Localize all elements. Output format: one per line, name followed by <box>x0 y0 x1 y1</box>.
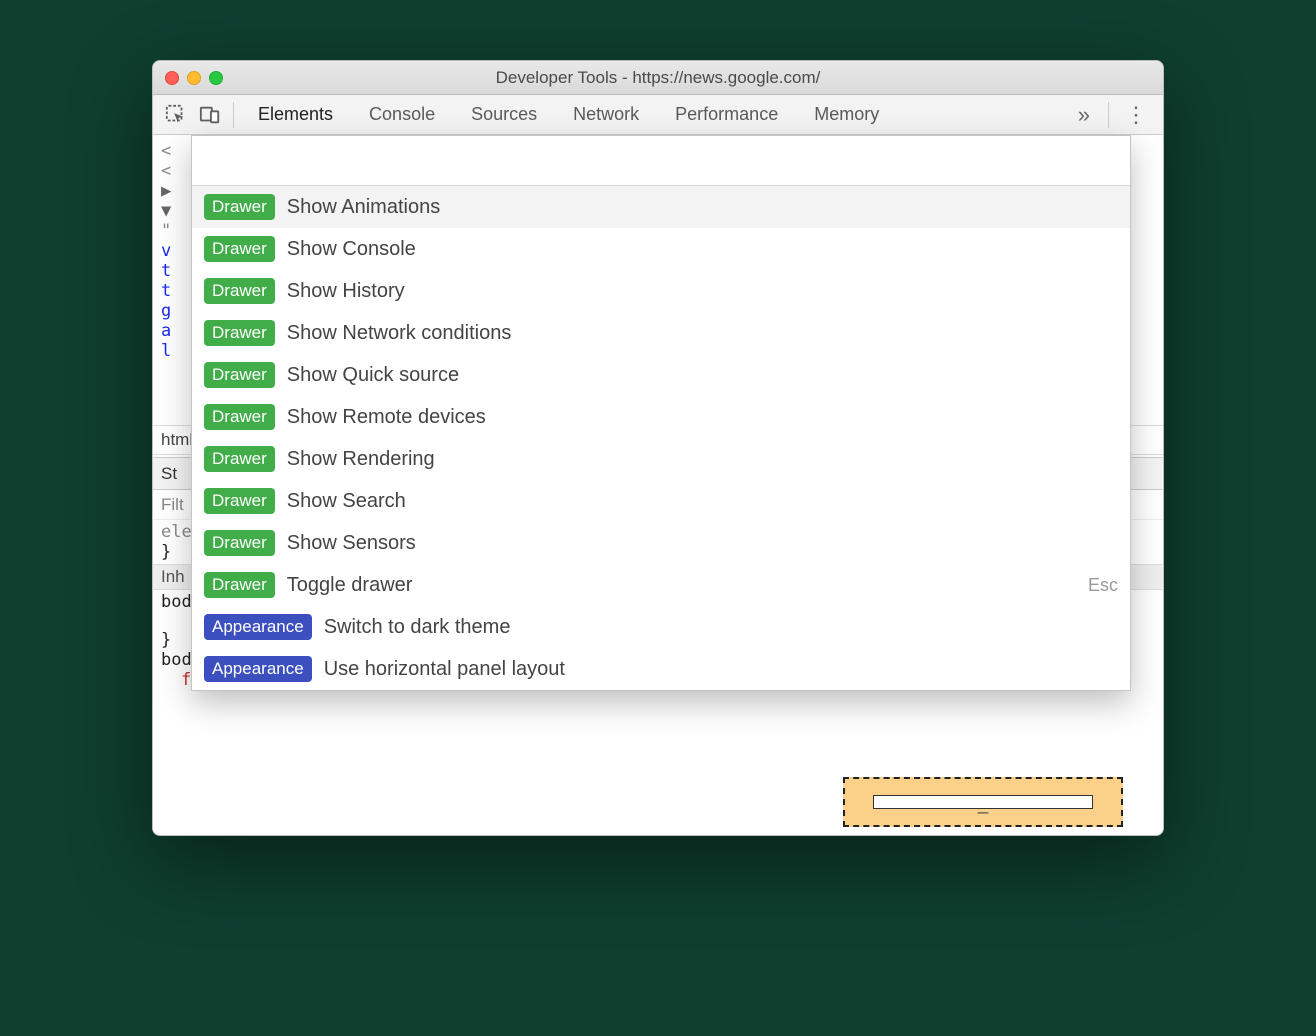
command-menu: DrawerShow AnimationsDrawerShow ConsoleD… <box>191 135 1131 691</box>
command-badge-appearance: Appearance <box>204 656 312 682</box>
inspect-element-icon[interactable] <box>159 100 193 130</box>
command-badge-drawer: Drawer <box>204 404 275 430</box>
command-label: Toggle drawer <box>287 574 413 597</box>
command-menu-item[interactable]: Drawer Show Sensors <box>192 522 1130 564</box>
more-tabs-icon[interactable]: » <box>1066 102 1102 128</box>
command-menu-item[interactable]: Appearance Switch to dark theme <box>192 606 1130 648</box>
titlebar: Developer Tools - https://news.google.co… <box>153 61 1163 95</box>
tab-memory[interactable]: Memory <box>796 95 897 135</box>
command-label: Use horizontal panel layout <box>324 658 565 681</box>
command-badge-drawer: Drawer <box>204 194 275 220</box>
device-toggle-icon[interactable] <box>193 100 227 130</box>
command-label: Show Quick source <box>287 364 459 387</box>
settings-menu-icon[interactable]: ⋮ <box>1115 102 1157 128</box>
window-controls <box>165 71 223 85</box>
command-label: Show Animations <box>287 196 440 219</box>
command-shortcut: Esc <box>1088 575 1118 596</box>
zoom-window-button[interactable] <box>209 71 223 85</box>
command-label: Show Search <box>287 490 406 513</box>
command-badge-drawer: Drawer <box>204 236 275 262</box>
command-menu-list: DrawerShow AnimationsDrawerShow ConsoleD… <box>192 186 1130 690</box>
command-menu-item[interactable]: Drawer Toggle drawer Esc <box>192 564 1130 606</box>
command-label: Show Console <box>287 238 416 261</box>
command-menu-item[interactable]: Drawer Show Search <box>192 480 1130 522</box>
command-menu-item[interactable]: Drawer Show Remote devices <box>192 396 1130 438</box>
tab-console[interactable]: Console <box>351 95 453 135</box>
rule-selector: ele <box>161 522 192 542</box>
minimize-window-button[interactable] <box>187 71 201 85</box>
command-label: Switch to dark theme <box>324 616 511 639</box>
tab-performance[interactable]: Performance <box>657 95 796 135</box>
command-badge-drawer: Drawer <box>204 530 275 556</box>
command-menu-input[interactable] <box>192 136 1130 186</box>
toolbar-separator <box>233 102 234 128</box>
command-badge-drawer: Drawer <box>204 278 275 304</box>
command-badge-drawer: Drawer <box>204 446 275 472</box>
box-model-label: – <box>978 802 989 823</box>
command-label: Show History <box>287 280 405 303</box>
command-label: Show Remote devices <box>287 406 486 429</box>
command-menu-item[interactable]: Drawer Show Quick source <box>192 354 1130 396</box>
window-title: Developer Tools - https://news.google.co… <box>153 68 1163 88</box>
command-menu-item[interactable]: Drawer Show Network conditions <box>192 312 1130 354</box>
command-menu-item[interactable]: Drawer Show Rendering <box>192 438 1130 480</box>
command-menu-item[interactable]: Drawer Show History <box>192 270 1130 312</box>
devtools-window: Developer Tools - https://news.google.co… <box>152 60 1164 836</box>
panel-tabs: Elements Console Sources Network Perform… <box>240 95 1066 135</box>
tab-elements[interactable]: Elements <box>240 95 351 135</box>
command-badge-drawer: Drawer <box>204 362 275 388</box>
command-badge-drawer: Drawer <box>204 320 275 346</box>
command-badge-drawer: Drawer <box>204 488 275 514</box>
box-model-diagram[interactable]: – <box>843 777 1123 827</box>
command-label: Show Network conditions <box>287 322 512 345</box>
toolbar-separator-2 <box>1108 102 1109 128</box>
close-window-button[interactable] <box>165 71 179 85</box>
command-menu-item[interactable]: Appearance Use horizontal panel layout <box>192 648 1130 690</box>
elements-panel: < < ▶ ▼ " v t t g a l html St Filt ele }… <box>153 135 1163 835</box>
command-badge-drawer: Drawer <box>204 572 275 598</box>
command-label: Show Rendering <box>287 448 435 471</box>
command-menu-item[interactable]: Drawer Show Animations <box>192 186 1130 228</box>
command-badge-appearance: Appearance <box>204 614 312 640</box>
command-menu-item[interactable]: Drawer Show Console <box>192 228 1130 270</box>
command-label: Show Sensors <box>287 532 416 555</box>
tab-network[interactable]: Network <box>555 95 657 135</box>
tab-sources[interactable]: Sources <box>453 95 555 135</box>
devtools-toolbar: Elements Console Sources Network Perform… <box>153 95 1163 135</box>
